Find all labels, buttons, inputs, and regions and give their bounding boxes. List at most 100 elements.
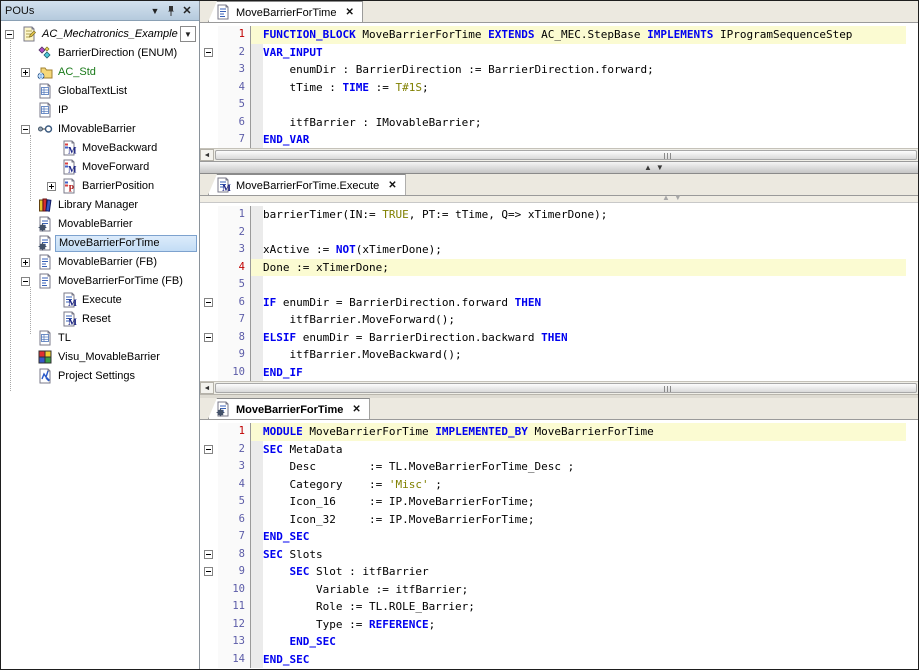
code-line: 2SEC MetaData — [200, 441, 906, 459]
tree-item-globaltextlist[interactable]: GlobalTextList — [1, 82, 199, 101]
tree-item-execute[interactable]: MExecute — [1, 291, 199, 310]
tree-item-project-settings[interactable]: Project Settings — [1, 367, 199, 386]
fold-toggle-icon[interactable] — [204, 48, 213, 57]
panel-close-icon[interactable]: ✕ — [179, 4, 195, 18]
tree-item-label: BarrierDirection (ENUM) — [55, 46, 180, 61]
enum-icon — [37, 45, 57, 61]
tree-item-imovablebarrier[interactable]: IMovableBarrier — [1, 120, 199, 139]
collapse-icon[interactable] — [21, 277, 30, 286]
tree-item-library-manager[interactable]: Library Manager — [1, 196, 199, 215]
settings-icon — [37, 368, 57, 384]
scrollbar-thumb[interactable] — [215, 150, 917, 160]
tree-item-barrierdirection-enum-[interactable]: BarrierDirection (ENUM) — [1, 44, 199, 63]
tab-movebarrierfortime-module[interactable]: MoveBarrierForTime ✕ — [208, 398, 370, 419]
horizontal-scrollbar[interactable]: ◄ — [200, 148, 918, 161]
scroll-left-arrow-icon[interactable]: ◄ — [200, 382, 214, 394]
fold-toggle-icon[interactable] — [204, 567, 213, 576]
svg-text:M: M — [222, 184, 231, 193]
tree-item-movablebarrier-fb-[interactable]: MovableBarrier (FB) — [1, 253, 199, 272]
pane-splitter[interactable]: ▲▼ — [200, 161, 918, 174]
svg-text:M: M — [68, 165, 77, 175]
line-number: 7 — [218, 528, 250, 546]
tree-item-label: Library Manager — [55, 198, 141, 213]
tree-item-ip[interactable]: IP — [1, 101, 199, 120]
line-number: 1 — [218, 26, 250, 44]
declaration-collapse-splitter[interactable]: ▲▼ — [200, 196, 918, 203]
textlist-icon — [37, 330, 57, 346]
code-line: 8ELSIF enumDir = BarrierDirection.backwa… — [200, 329, 906, 347]
collapse-arrows-icon[interactable]: ▲▼ — [662, 193, 686, 202]
expand-icon[interactable] — [21, 68, 30, 77]
line-number: 9 — [218, 563, 250, 581]
module-icon — [37, 235, 57, 251]
scroll-left-arrow-icon[interactable]: ◄ — [200, 149, 214, 161]
ide-window: POUs ▼ ✕ AC_Mechatronics_Example▼Barrier… — [0, 0, 919, 670]
pous-tree[interactable]: AC_Mechatronics_Example▼ BarrierDirection… — [1, 21, 199, 669]
panel-menu-dropdown-icon[interactable]: ▼ — [147, 4, 163, 18]
fold-toggle-icon[interactable] — [204, 445, 213, 454]
tree-item-movebarrierfortime[interactable]: MoveBarrierForTime — [1, 234, 199, 253]
expand-icon[interactable] — [21, 258, 30, 267]
code-line: 3 enumDir : BarrierDirection := BarrierD… — [200, 61, 906, 79]
line-number: 4 — [218, 79, 250, 97]
code-editor[interactable]: 1barrierTimer(IN:= TRUE, PT:= tTime, Q=>… — [200, 203, 918, 381]
tree-item-ac-std[interactable]: AC_Std — [1, 63, 199, 82]
code-line: 5 — [200, 96, 906, 114]
code-line: 13 END_SEC — [200, 633, 906, 651]
line-number: 8 — [218, 546, 250, 564]
svg-text:M: M — [68, 299, 77, 308]
tab-label: MoveBarrierForTime — [236, 403, 343, 416]
horizontal-scrollbar[interactable]: ◄ — [200, 381, 918, 394]
code-line: 10 Variable := itfBarrier; — [200, 581, 906, 599]
editor-area: MoveBarrierForTime ✕ 1FUNCTION_BLOCK Mov… — [200, 1, 918, 669]
tree-item-label: MoveBarrierForTime — [55, 235, 197, 252]
tree-item-label: TL — [55, 331, 74, 346]
tree-item-visu-movablebarrier[interactable]: Visu_MovableBarrier — [1, 348, 199, 367]
tab-close-icon[interactable]: ✕ — [352, 404, 360, 415]
tab-movebarrierfortime-execute[interactable]: M MoveBarrierForTime.Execute ✕ — [208, 174, 406, 195]
code-editor[interactable]: 1FUNCTION_BLOCK MoveBarrierForTime EXTEN… — [200, 23, 918, 148]
tree-item-reset[interactable]: MReset — [1, 310, 199, 329]
code-line: 3 Desc := TL.MoveBarrierForTime_Desc ; — [200, 458, 906, 476]
code-line: 6 itfBarrier : IMovableBarrier; — [200, 114, 906, 132]
tab-bar: MoveBarrierForTime ✕ — [200, 398, 918, 420]
code-editor[interactable]: 1MODULE MoveBarrierForTime IMPLEMENTED_B… — [200, 420, 918, 669]
module-icon — [37, 216, 57, 232]
tree-item-ac-mechatronics-example[interactable]: AC_Mechatronics_Example▼ — [1, 25, 199, 44]
code-line: 4 tTime : TIME := T#1S; — [200, 79, 906, 97]
code-line: 1barrierTimer(IN:= TRUE, PT:= tTime, Q=>… — [200, 206, 906, 224]
code-line: 3xActive := NOT(xTimerDone); — [200, 241, 906, 259]
tree-item-tl[interactable]: TL — [1, 329, 199, 348]
tab-movebarrierfortime-fb[interactable]: MoveBarrierForTime ✕ — [208, 1, 363, 22]
tree-item-movebackward[interactable]: MMoveBackward — [1, 139, 199, 158]
tab-close-icon[interactable]: ✕ — [345, 7, 353, 18]
tree-item-moveforward[interactable]: MMoveForward — [1, 158, 199, 177]
tree-item-label: MoveBarrierForTime (FB) — [55, 274, 186, 289]
editor-pane-execute: M MoveBarrierForTime.Execute ✕ ▲▼ 1barri… — [200, 174, 918, 394]
property-icon: P — [61, 178, 81, 194]
tree-item-movablebarrier[interactable]: MovableBarrier — [1, 215, 199, 234]
tab-bar: MoveBarrierForTime ✕ — [200, 1, 918, 23]
scrollbar-thumb[interactable] — [215, 383, 917, 393]
collapse-icon[interactable] — [5, 30, 14, 39]
pin-icon[interactable] — [163, 4, 179, 18]
method-icon: M — [61, 140, 81, 156]
code-line: 7END_SEC — [200, 528, 906, 546]
project-dropdown-icon[interactable]: ▼ — [180, 26, 196, 42]
code-line: 6IF enumDir = BarrierDirection.forward T… — [200, 294, 906, 312]
tree-item-barrierposition[interactable]: PBarrierPosition — [1, 177, 199, 196]
tab-close-icon[interactable]: ✕ — [388, 180, 396, 191]
fold-toggle-icon[interactable] — [204, 550, 213, 559]
collapse-icon[interactable] — [21, 125, 30, 134]
code-line: 1MODULE MoveBarrierForTime IMPLEMENTED_B… — [200, 423, 906, 441]
fold-toggle-icon[interactable] — [204, 298, 213, 307]
fold-toggle-icon[interactable] — [204, 333, 213, 342]
fb-icon — [37, 254, 57, 270]
splitter-collapse-arrows-icon[interactable]: ▲▼ — [644, 163, 668, 172]
line-number: 5 — [218, 493, 250, 511]
textlist-icon — [37, 102, 57, 118]
line-number: 11 — [218, 598, 250, 616]
expand-icon[interactable] — [47, 182, 56, 191]
tree-item-movebarrierfortime-fb-[interactable]: MoveBarrierForTime (FB) — [1, 272, 199, 291]
svg-text:P: P — [69, 184, 75, 194]
